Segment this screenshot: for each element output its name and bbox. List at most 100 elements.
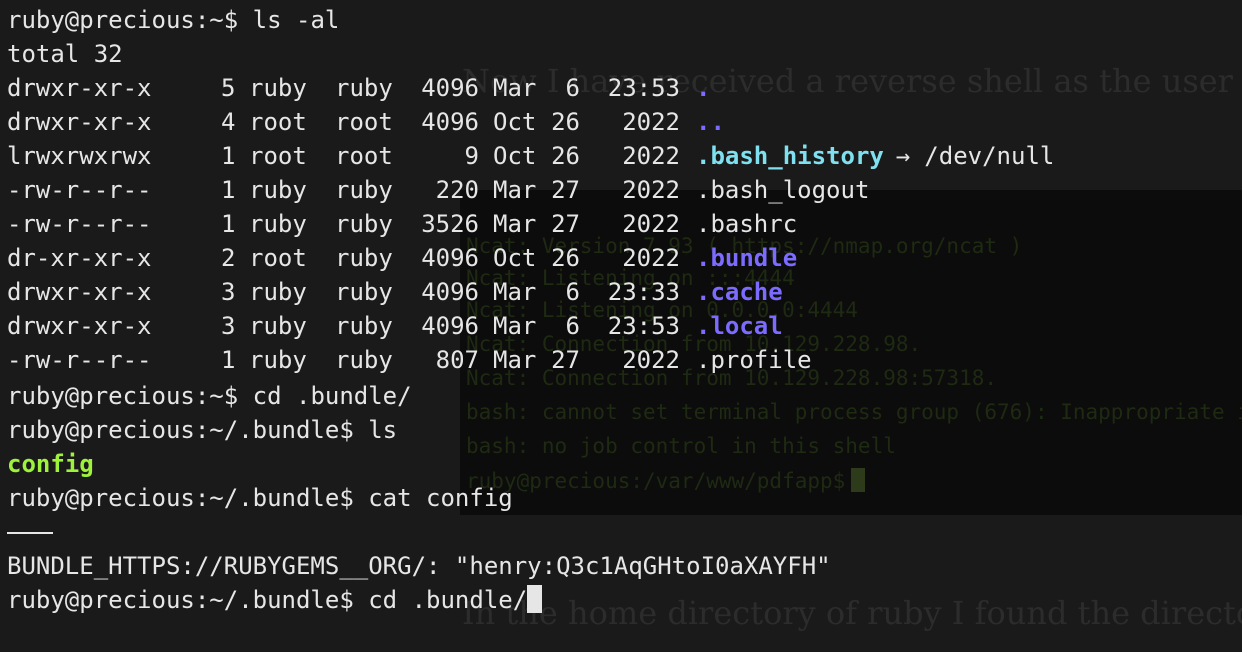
day: 26 bbox=[551, 108, 580, 136]
time-or-year: 23:53 bbox=[607, 74, 680, 102]
config-output: BUNDLE_HTTPS://RUBYGEMS__ORG/: "henry:Q3… bbox=[7, 552, 831, 580]
permissions: -rw-r--r-- bbox=[7, 210, 152, 238]
ls-row: drwxr-xr-x 4 root root 4096 Oct 26 2022.. bbox=[7, 105, 725, 139]
month: Oct bbox=[493, 244, 537, 272]
owner: ruby bbox=[249, 210, 307, 238]
month: Mar bbox=[493, 210, 537, 238]
file-name: . bbox=[696, 74, 711, 102]
file-name: .bashrc bbox=[696, 210, 798, 238]
ls-row: drwxr-xr-x 3 ruby ruby 4096 Mar 6 23:33 .cache bbox=[7, 275, 783, 309]
file-size: 4096 bbox=[421, 74, 479, 102]
time-or-year: 23:33 bbox=[607, 278, 680, 306]
time-or-year: 2022 bbox=[622, 176, 680, 204]
file-size: 3526 bbox=[421, 210, 479, 238]
yaml-separator: --- bbox=[7, 532, 53, 534]
input-line[interactable]: ruby@precious:~/.bundle$ cd .bundle/ bbox=[7, 583, 543, 617]
month: Mar bbox=[493, 176, 537, 204]
group: ruby bbox=[335, 346, 393, 374]
file-name: .bash_logout bbox=[696, 176, 870, 204]
group: root bbox=[335, 108, 393, 136]
prompt: ruby@precious:~/.bundle$ bbox=[7, 484, 354, 512]
owner: ruby bbox=[249, 74, 307, 102]
current-input[interactable]: cd .bundle/ bbox=[368, 586, 527, 614]
ls-row: -rw-r--r-- 1 ruby ruby 220 Mar 27 2022 .bash_log… bbox=[7, 173, 869, 207]
file-name: .local bbox=[696, 312, 783, 340]
day: 27 bbox=[551, 176, 580, 204]
permissions: drwxr-xr-x bbox=[7, 278, 152, 306]
permissions: drwxr-xr-x bbox=[7, 74, 152, 102]
link-count: 1 bbox=[221, 142, 236, 170]
command: cat config bbox=[368, 484, 513, 512]
link-count: 4 bbox=[221, 108, 236, 136]
symlink-target: /dev/null bbox=[924, 142, 1055, 170]
permissions: dr-xr-xr-x bbox=[7, 244, 152, 272]
owner: ruby bbox=[249, 346, 307, 374]
month: Mar bbox=[493, 312, 537, 340]
permissions: -rw-r--r-- bbox=[7, 346, 152, 374]
ls-output-file: config bbox=[7, 450, 94, 478]
link-count: 3 bbox=[221, 278, 236, 306]
prompt: ruby@precious:~$ bbox=[7, 382, 239, 410]
group: ruby bbox=[335, 244, 393, 272]
link-count: 1 bbox=[221, 176, 236, 204]
link-count: 2 bbox=[221, 244, 236, 272]
file-size: 4096 bbox=[421, 312, 479, 340]
day: 27 bbox=[551, 210, 580, 238]
ls-row: dr-xr-xr-x 2 root ruby 4096 Oct 26 2022 .bundle bbox=[7, 241, 797, 275]
group: ruby bbox=[335, 210, 393, 238]
command-line: ruby@precious:~/.bundle$ ls bbox=[7, 413, 397, 447]
file-name: .bundle bbox=[696, 244, 798, 272]
permissions: -rw-r--r-- bbox=[7, 176, 152, 204]
prompt: ruby@precious:~/.bundle$ bbox=[7, 416, 354, 444]
day: 6 bbox=[565, 278, 580, 306]
prompt: ruby@precious:~$ bbox=[7, 6, 239, 34]
time-or-year: 2022 bbox=[622, 244, 680, 272]
command-line: ruby@precious:~$ ls -al bbox=[7, 3, 339, 37]
ls-row: drwxr-xr-x 3 ruby ruby 4096 Mar 6 23:53 .local bbox=[7, 309, 783, 343]
owner: root bbox=[249, 108, 307, 136]
owner: ruby bbox=[249, 278, 307, 306]
ls-row: drwxr-xr-x 5 ruby ruby 4096 Mar 6 23:53. bbox=[7, 71, 710, 105]
file-size: 9 bbox=[464, 142, 479, 170]
output-total: total 32 bbox=[7, 40, 123, 68]
command: ls -al bbox=[252, 6, 340, 34]
time-or-year: 2022 bbox=[622, 346, 680, 374]
group: root bbox=[335, 142, 393, 170]
day: 6 bbox=[565, 312, 580, 340]
command-line: ruby@precious:~/.bundle$ cat config bbox=[7, 481, 513, 515]
day: 26 bbox=[551, 244, 580, 272]
link-count: 1 bbox=[221, 346, 236, 374]
month: Oct bbox=[493, 142, 537, 170]
day: 26 bbox=[551, 142, 580, 170]
terminal-window[interactable]: ruby@precious:~$ ls -al total 32 drwxr-x… bbox=[0, 0, 1242, 652]
time-or-year: 23:53 bbox=[607, 312, 680, 340]
month: Mar bbox=[493, 346, 537, 374]
group: ruby bbox=[335, 176, 393, 204]
permissions: lrwxrwxrwx bbox=[7, 142, 152, 170]
time-or-year: 2022 bbox=[622, 142, 680, 170]
link-count: 1 bbox=[221, 210, 236, 238]
file-size: 4096 bbox=[421, 278, 479, 306]
permissions: drwxr-xr-x bbox=[7, 312, 152, 340]
text-cursor bbox=[527, 585, 543, 613]
month: Mar bbox=[493, 278, 537, 306]
time-or-year: 2022 bbox=[622, 210, 680, 238]
group: ruby bbox=[335, 74, 393, 102]
ls-row: -rw-r--r-- 1 ruby ruby 807 Mar 27 2022 .profile bbox=[7, 343, 812, 377]
day: 27 bbox=[551, 346, 580, 374]
ls-row: lrwxrwxrwx 1 root root 9 Oct 26 2022 .bash_histo… bbox=[7, 139, 1054, 173]
day: 6 bbox=[565, 74, 580, 102]
file-name: .profile bbox=[696, 346, 812, 374]
owner: root bbox=[249, 142, 307, 170]
month: Oct bbox=[493, 108, 537, 136]
owner: ruby bbox=[249, 176, 307, 204]
link-count: 5 bbox=[221, 74, 236, 102]
link-count: 3 bbox=[221, 312, 236, 340]
file-size: 4096 bbox=[421, 108, 479, 136]
file-size: 4096 bbox=[421, 244, 479, 272]
file-name: .cache bbox=[696, 278, 783, 306]
command-line: ruby@precious:~$ cd .bundle/ bbox=[7, 379, 412, 413]
prompt: ruby@precious:~/.bundle$ bbox=[7, 586, 354, 614]
file-size: 220 bbox=[435, 176, 479, 204]
group: ruby bbox=[335, 278, 393, 306]
